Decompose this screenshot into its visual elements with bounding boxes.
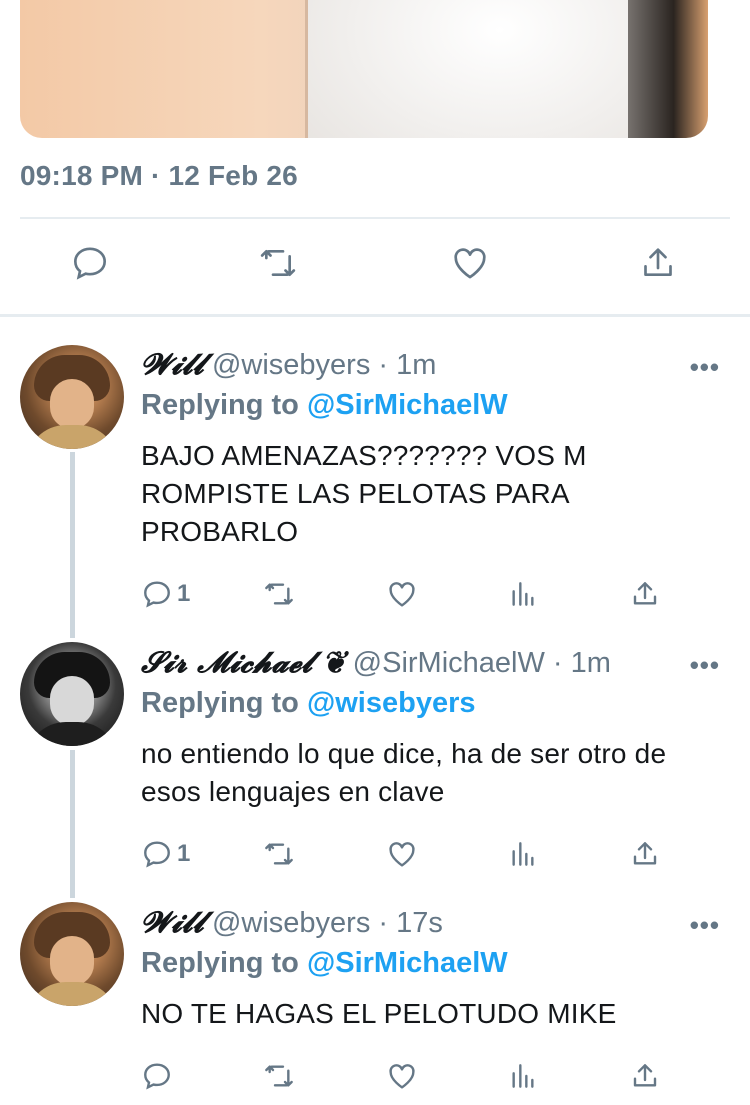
reply-button[interactable]: 1	[141, 836, 190, 872]
more-icon: •••	[689, 910, 720, 940]
more-options-button[interactable]: •••	[690, 352, 720, 383]
tweet-actions: 1	[141, 836, 681, 872]
like-icon	[389, 1064, 415, 1089]
main-tweet-actions	[0, 243, 750, 293]
more-options-button[interactable]: •••	[690, 650, 720, 681]
retweet-button[interactable]	[263, 836, 295, 872]
tweet-text: NO TE HAGAS EL PELOTUDO MIKE	[141, 998, 617, 1029]
mention-link[interactable]: @SirMichaelW	[307, 947, 508, 979]
reply-icon	[144, 1063, 170, 1090]
share-icon	[644, 248, 672, 276]
like-button[interactable]	[450, 243, 494, 287]
tweet-media-image[interactable]	[20, 0, 708, 138]
analytics-icon	[512, 1064, 534, 1088]
more-icon: •••	[689, 650, 720, 680]
retweet-icon	[265, 843, 293, 865]
tweet-actions: 1	[141, 576, 681, 612]
separator: ·	[378, 907, 389, 939]
more-options-button[interactable]: •••	[690, 910, 720, 941]
tweet-time[interactable]: 1m	[571, 647, 611, 679]
display-name[interactable]: 𝓦𝓲𝓵𝓵	[141, 905, 204, 939]
tweet-header: 𝓢𝓲𝓻 𝓜𝓲𝓬𝓱𝓪𝓮𝓵 ❦ @SirMichaelW · 1m	[141, 645, 611, 680]
share-icon	[633, 842, 657, 865]
retweet-button[interactable]	[258, 243, 302, 287]
share-button[interactable]	[638, 243, 682, 287]
replying-to: Replying to @SirMichaelW	[141, 947, 508, 979]
display-name[interactable]: 𝓦𝓲𝓵𝓵	[141, 347, 204, 381]
separator: ·	[552, 647, 563, 679]
reply-icon	[73, 247, 107, 280]
media-shirt-region	[305, 0, 628, 138]
tweet-text: BAJO AMENAZAS??????? VOS M ROMPISTE LAS …	[141, 440, 587, 547]
avatar[interactable]	[20, 345, 124, 449]
replying-to: Replying to @wisebyers	[141, 687, 476, 719]
share-button[interactable]	[629, 836, 661, 872]
reply-button[interactable]: 1	[141, 576, 190, 612]
mention-link[interactable]: @wisebyers	[307, 687, 476, 719]
tweet-time[interactable]: 1m	[396, 349, 436, 381]
like-button[interactable]	[386, 1058, 418, 1094]
share-icon	[633, 582, 657, 605]
section-divider	[0, 314, 750, 317]
separator: ·	[378, 349, 389, 381]
replying-to: Replying to @SirMichaelW	[141, 389, 508, 421]
retweet-icon	[260, 250, 296, 276]
tweet-time[interactable]: 17s	[396, 907, 443, 939]
divider	[20, 217, 730, 219]
reply-button[interactable]	[141, 1058, 173, 1094]
analytics-button[interactable]	[507, 836, 539, 872]
tweet-header: 𝓦𝓲𝓵𝓵 @wisebyers · 1m	[141, 347, 436, 382]
reply-icon	[144, 581, 170, 608]
like-icon	[389, 842, 415, 867]
tweet-actions	[141, 1058, 681, 1094]
thread-line	[70, 750, 75, 898]
like-button[interactable]	[386, 576, 418, 612]
handle[interactable]: @SirMichaelW	[353, 647, 545, 679]
tweet-timestamp[interactable]: 09:18 PM · 12 Feb 26	[20, 160, 298, 192]
mention-link[interactable]: @SirMichaelW	[307, 389, 508, 421]
like-button[interactable]	[386, 836, 418, 872]
share-button[interactable]	[629, 576, 661, 612]
avatar[interactable]	[20, 642, 124, 746]
analytics-button[interactable]	[507, 1058, 539, 1094]
share-icon	[633, 1064, 657, 1087]
retweet-button[interactable]	[263, 1058, 295, 1094]
avatar[interactable]	[20, 902, 124, 1006]
share-button[interactable]	[629, 1058, 661, 1094]
tweet-text: no entiendo lo que dice, ha de ser otro …	[141, 738, 667, 807]
tweet-header: 𝓦𝓲𝓵𝓵 @wisebyers · 17s	[141, 905, 443, 940]
more-icon: •••	[689, 352, 720, 382]
retweet-button[interactable]	[263, 576, 295, 612]
reply-icon	[144, 841, 170, 868]
reply-button[interactable]	[70, 243, 114, 287]
analytics-button[interactable]	[507, 576, 539, 612]
display-name[interactable]: 𝓢𝓲𝓻 𝓜𝓲𝓬𝓱𝓪𝓮𝓵 ❦	[141, 645, 345, 679]
reply-count: 1	[177, 840, 191, 867]
reply-count: 1	[177, 580, 191, 607]
analytics-icon	[512, 582, 534, 606]
analytics-icon	[512, 842, 534, 866]
like-icon	[389, 582, 415, 607]
like-icon	[454, 248, 486, 279]
retweet-icon	[265, 1065, 293, 1087]
retweet-icon	[265, 583, 293, 605]
thread-line	[70, 452, 75, 638]
handle[interactable]: @wisebyers	[212, 907, 370, 939]
handle[interactable]: @wisebyers	[212, 349, 370, 381]
